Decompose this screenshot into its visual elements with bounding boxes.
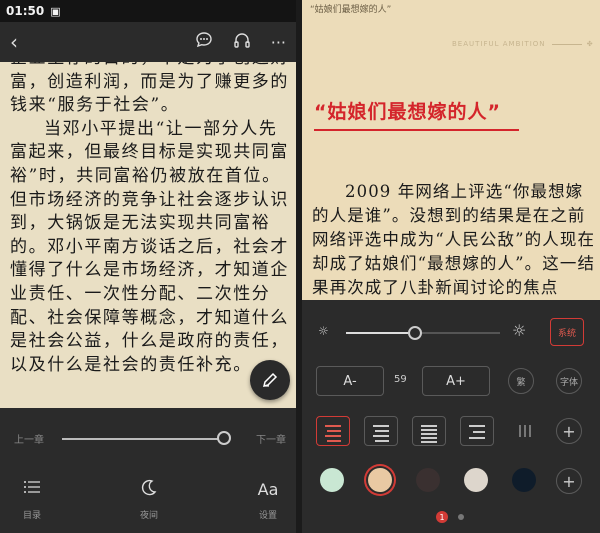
background-color-row: + xyxy=(302,466,600,500)
list-icon xyxy=(2,478,62,502)
tab-label: 夜间 xyxy=(139,511,158,521)
line-spacing-row: + xyxy=(302,416,600,450)
spacing-option-3[interactable] xyxy=(412,416,446,446)
tab-settings[interactable]: Aa 设置 xyxy=(238,478,296,521)
chapter-progress: 上一章 下一章 xyxy=(0,426,296,450)
font-increase-button[interactable]: A+ xyxy=(422,366,490,396)
brand-line: BEAUTIFUL AMBITION ✤ xyxy=(452,40,600,52)
reader-bottom-tabs: 目录 夜间 Aa 设置 xyxy=(0,478,296,528)
brightness-slider-track[interactable] xyxy=(346,326,500,340)
tab-label: 设置 xyxy=(258,511,277,521)
brightness-high-icon: ☼ xyxy=(512,321,527,340)
reader-left-panel: 企业生存的目的，不是为了创造财富，创造利润，而是为了赚更多的钱来“服务于社会”。… xyxy=(0,0,296,533)
pencil-icon[interactable] xyxy=(250,360,290,400)
book-text: 2009 年网络上评选“你最想嫁的人是谁”。没想到的结果是在之前网络评选中成为“… xyxy=(312,180,598,300)
bg-color-dark-brown[interactable] xyxy=(416,468,440,492)
system-brightness-button[interactable]: 系统 xyxy=(550,318,584,346)
spacing-option-4[interactable] xyxy=(460,416,494,446)
brightness-low-icon: ☼ xyxy=(318,324,329,338)
reader-top-bar: ‹ ··· xyxy=(0,22,296,62)
back-icon[interactable]: ‹ xyxy=(10,30,34,54)
title-underline xyxy=(314,129,519,131)
prev-chapter-button[interactable]: 上一章 xyxy=(14,431,44,446)
book-paragraph: 2009 年网络上评选“你最想嫁的人是谁”。没想到的结果是在之前网络评选中成为“… xyxy=(312,182,596,297)
brightness-slider-handle[interactable] xyxy=(408,326,422,340)
font-icon: Aa xyxy=(257,480,279,499)
moon-icon xyxy=(119,478,179,502)
traditional-chinese-button[interactable]: 繁 xyxy=(508,368,534,394)
chapter-slider-handle[interactable] xyxy=(217,431,231,445)
vertical-layout-option[interactable] xyxy=(508,416,542,446)
page-dot-active[interactable]: 1 xyxy=(436,511,448,523)
book-text: 企业生存的目的，不是为了创造财富，创造利润，而是为了赚更多的钱来“服务于社会”。… xyxy=(10,47,292,377)
spacing-option-2[interactable] xyxy=(364,416,398,446)
bg-color-mint[interactable] xyxy=(320,468,344,492)
chapter-slider-track[interactable] xyxy=(62,438,224,440)
reader-right-panel: “姑娘们最想嫁的人” BEAUTIFUL AMBITION ✤ “姑娘们最想嫁的… xyxy=(302,0,600,533)
brand-text: BEAUTIFUL AMBITION xyxy=(452,40,546,48)
tab-contents[interactable]: 目录 xyxy=(2,478,62,521)
page-dot[interactable] xyxy=(458,514,464,520)
tab-night-mode[interactable]: 夜间 xyxy=(119,478,179,521)
font-size-row: A- 59 A+ 繁 字体 xyxy=(302,366,600,398)
next-chapter-button[interactable]: 下一章 xyxy=(256,431,286,446)
chapter-title: “姑娘们最想嫁的人” xyxy=(314,101,501,123)
reader-bottom-panel: 上一章 下一章 目录 夜间 Aa 设置 xyxy=(0,408,296,533)
book-paragraph: 当邓小平提出“让一部分人先富起来，但最终目标是实现共同富裕”时，共同富裕仍被放在… xyxy=(10,118,289,375)
more-icon[interactable]: ··· xyxy=(271,33,286,52)
settings-panel: ☼ ☼ 系统 A- 59 A+ 繁 字体 + + 1 xyxy=(302,300,600,533)
add-color-button[interactable]: + xyxy=(556,468,582,494)
bg-color-navy[interactable] xyxy=(512,468,536,492)
bg-color-tan[interactable] xyxy=(368,468,392,492)
add-spacing-button[interactable]: + xyxy=(556,418,582,444)
font-size-value: 59 xyxy=(394,374,407,385)
image-notification-icon: ▣ xyxy=(50,4,61,18)
running-header: “姑娘们最想嫁的人” xyxy=(310,5,392,15)
brightness-slider-fill xyxy=(346,332,415,334)
status-time: 01:50 xyxy=(6,4,45,18)
spacing-option-1[interactable] xyxy=(316,416,350,446)
settings-page-indicator: 1 xyxy=(436,511,464,523)
bg-color-light-gray[interactable] xyxy=(464,468,488,492)
comment-icon[interactable] xyxy=(195,31,213,53)
status-bar: 01:50 ▣ ᛒ ◠ xyxy=(0,0,296,22)
ornament-icon: ✤ xyxy=(586,40,594,48)
tab-label: 目录 xyxy=(22,511,41,521)
font-family-button[interactable]: 字体 xyxy=(556,368,582,394)
font-decrease-button[interactable]: A- xyxy=(316,366,384,396)
headphones-icon[interactable] xyxy=(233,31,251,53)
